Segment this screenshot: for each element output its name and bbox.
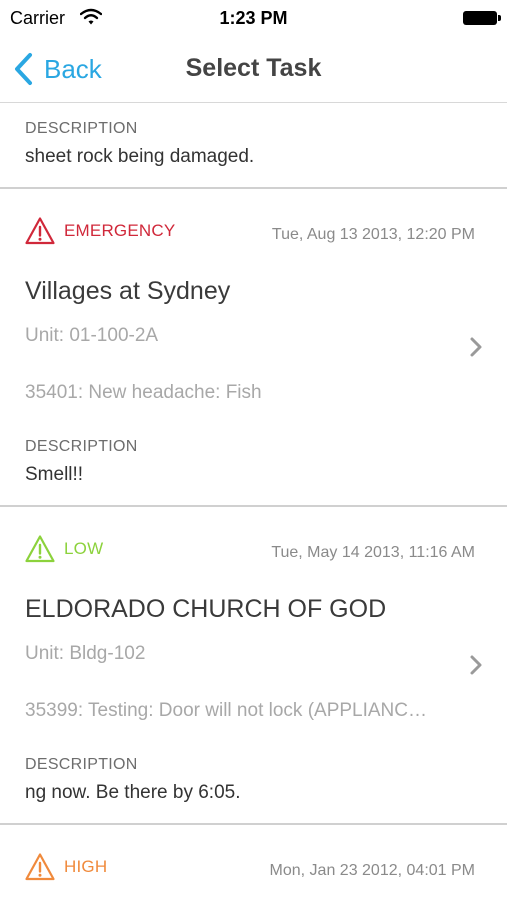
priority-badge: EMERGENCY	[25, 216, 175, 246]
warning-triangle-icon	[25, 853, 55, 881]
priority-badge: LOW	[25, 534, 103, 564]
priority-label: LOW	[64, 539, 104, 558]
task-date: Tue, Aug 13 2013, 12:20 PM	[271, 226, 475, 243]
task-card[interactable]: HIGH Mon, Jan 23 2012, 04:01 PM	[0, 825, 507, 900]
task-date: Tue, May 14 2013, 11:16 AM	[271, 544, 475, 561]
page-title: Select Task	[185, 54, 322, 82]
priority-label: HIGH	[64, 857, 108, 876]
priority-badge: HIGH	[25, 852, 107, 882]
status-time: 1:23 PM	[219, 8, 288, 28]
unit-label: Unit: Bldg-102	[25, 643, 146, 664]
warning-triangle-icon	[25, 217, 55, 245]
task-summary: 35401: New headache: Fish	[25, 382, 262, 403]
warning-triangle-icon	[25, 535, 55, 563]
site-name: ELDORADO CHURCH OF GOD	[25, 595, 387, 623]
description-text: sheet rock being damaged.	[25, 146, 255, 167]
task-date: Mon, Jan 23 2012, 04:01 PM	[269, 862, 475, 879]
description-label: DESCRIPTION	[25, 120, 138, 137]
priority-label: EMERGENCY	[64, 221, 176, 240]
battery-icon	[463, 11, 501, 25]
task-card[interactable]: LOW Tue, May 14 2013, 11:16 AM ELDORADO …	[0, 507, 507, 825]
site-name: Villages at Sydney	[25, 277, 231, 305]
description-label: DESCRIPTION	[25, 756, 138, 773]
unit-label: Unit: 01-100-2A	[25, 325, 159, 346]
task-card[interactable]: EMERGENCY Tue, Aug 13 2013, 12:20 PM Vil…	[0, 189, 507, 507]
chevron-right-icon	[470, 655, 482, 675]
navigation-bar: Back Select Task	[0, 36, 507, 103]
description-text: ng now. Be there by 6:05.	[25, 782, 241, 803]
chevron-right-icon	[470, 337, 482, 357]
description-label: DESCRIPTION	[25, 438, 138, 455]
task-summary: 35399: Testing: Door will not lock (APPL…	[25, 700, 427, 721]
description-text: Smell!!	[25, 464, 84, 485]
status-bar: Carrier 1:23 PM	[0, 0, 507, 36]
task-card-partial[interactable]: DESCRIPTION sheet rock being damaged.	[0, 103, 507, 189]
